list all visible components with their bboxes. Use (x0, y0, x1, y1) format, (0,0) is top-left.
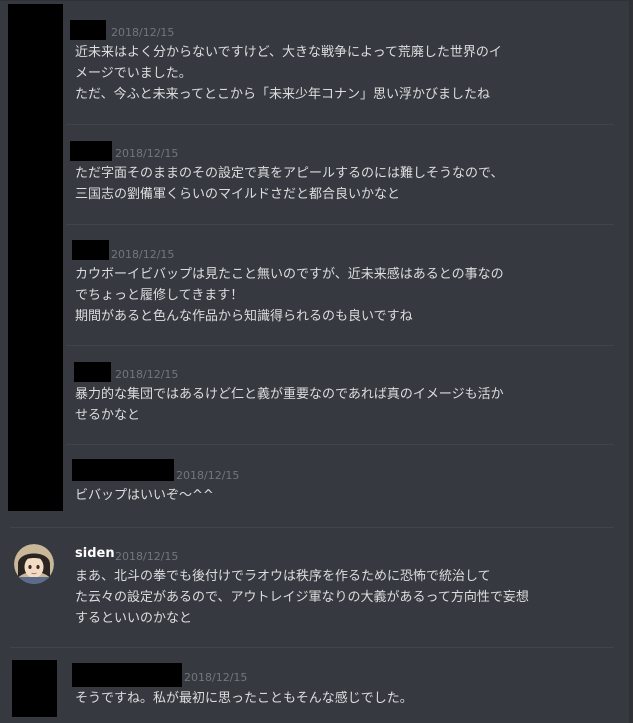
message-timestamp: 2018/12/15 (115, 147, 179, 160)
scrollbar[interactable] (629, 0, 633, 723)
message-divider (10, 527, 614, 528)
message-content: ただ字面そのままのその設定で真をアピールするのには難しそうなので、 三国志の劉備… (75, 163, 615, 205)
username[interactable]: siden (75, 546, 115, 561)
message-timestamp: 2018/12/15 (184, 671, 248, 684)
message-timestamp: 2018/12/15 (176, 469, 240, 482)
message-content: ビバップはいいぞ～^^ (75, 485, 615, 506)
message-divider (10, 647, 614, 648)
message-line: メージでいました。 (75, 66, 192, 81)
message-timestamp: 2018/12/15 (111, 26, 175, 39)
message-divider (66, 444, 614, 445)
message-line: するといいのかなと (75, 611, 193, 626)
message-line: でちょっと履修してきます！ (75, 288, 244, 303)
message-line: カウボーイビバップは見たこと無いのですが、近未来感はあるとの事なの (75, 267, 504, 282)
message-line: ただ字面そのままのその設定で真をアピールするのには難しそうなので、 (75, 166, 504, 181)
message-line: 三国志の劉備軍くらいのマイルドさだと都合良いかなと (75, 187, 401, 202)
redacted-avatar-block (8, 4, 63, 511)
redacted-username (74, 362, 111, 382)
message-line: 暴力的な集団ではあるけど仁と義が重要なのであれば真のイメージも活か (75, 387, 504, 402)
message-divider (66, 224, 614, 225)
message-divider (66, 345, 614, 346)
message-content: まあ、北斗の拳でも後付けでラオウは秩序を作るために恐怖で統治して た云々の設定が… (75, 566, 615, 629)
message-line: 近未来はよく分からないですけど、大きな戦争によって荒廃した世界のイ (75, 45, 502, 60)
redacted-username (72, 240, 109, 260)
message-timestamp: 2018/12/15 (115, 368, 179, 381)
redacted-username (72, 459, 174, 481)
message-line: まあ、北斗の拳でも後付けでラオウは秩序を作るために恐怖で統治して (75, 569, 491, 584)
message-line: ビバップはいいぞ～^^ (75, 488, 214, 503)
message-line: せるかなと (75, 408, 141, 423)
message-content: 暴力的な集団ではあるけど仁と義が重要なのであれば真のイメージも活か せるかなと (75, 384, 615, 426)
message-divider (66, 124, 614, 125)
redacted-avatar-block (12, 660, 57, 717)
message-line: そうですね。私が最初に思ったこともそんな感じでした。 (75, 691, 413, 706)
message-line: 期間があると色んな作品から知識得られるのも良いですね (75, 309, 413, 324)
redacted-username (70, 20, 106, 40)
message-line: た云々の設定があるので、アウトレイジ軍なりの大義があるって方向性で妄想 (75, 590, 529, 605)
message-timestamp: 2018/12/15 (111, 248, 175, 261)
message-line: ただ、今ふと未来ってとこから「未来少年コナン」思い浮かびましたね (75, 87, 490, 102)
message-content: 近未来はよく分からないですけど、大きな戦争によって荒廃した世界のイ メージでいま… (75, 42, 615, 105)
redacted-username (70, 141, 112, 161)
message-content: そうですね。私が最初に思ったこともそんな感じでした。 (75, 688, 615, 709)
user-avatar[interactable] (14, 544, 54, 584)
redacted-username (72, 663, 182, 687)
chat-message-list: 2018/12/15 近未来はよく分からないですけど、大きな戦争によって荒廃した… (0, 0, 633, 723)
message-content: カウボーイビバップは見たこと無いのですが、近未来感はあるとの事なの でちょっと履… (75, 264, 615, 327)
top-divider (0, 0, 633, 1)
message-timestamp: 2018/12/15 (115, 550, 179, 563)
anime-character-avatar-icon (14, 544, 54, 584)
